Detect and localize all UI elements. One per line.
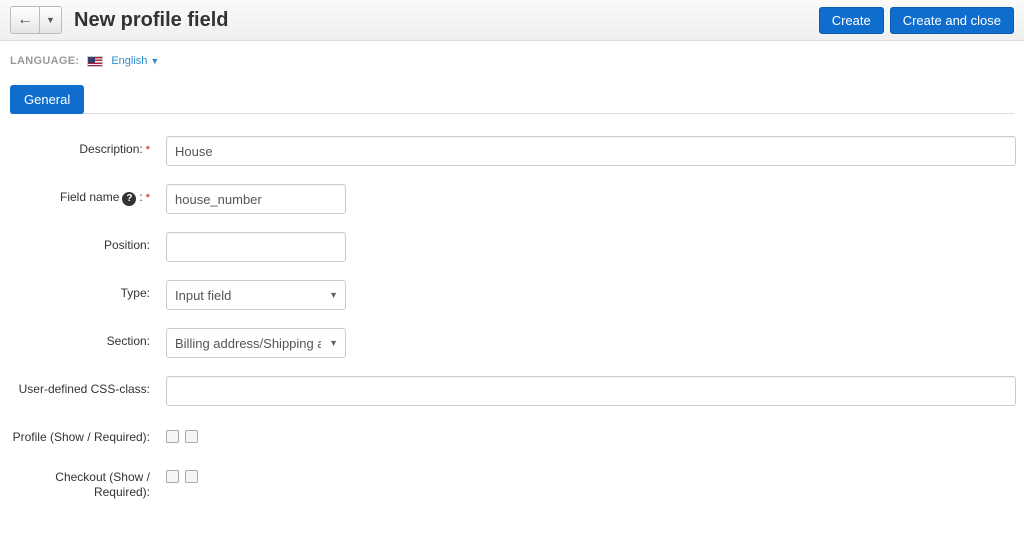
- row-description: Description: *: [10, 136, 1014, 166]
- row-checkout-show-required: Checkout (Show / Required):: [10, 464, 1014, 501]
- checkout-required-checkbox[interactable]: [185, 470, 198, 483]
- row-field-name: Field name ? : *: [10, 184, 1014, 214]
- profile-required-checkbox[interactable]: [185, 430, 198, 443]
- label-type: Type:: [10, 280, 156, 302]
- checkout-show-checkbox[interactable]: [166, 470, 179, 483]
- required-marker: *: [146, 143, 150, 157]
- content-area: LANGUAGE: English ▼ General Description:…: [0, 41, 1024, 533]
- label-section: Section:: [10, 328, 156, 350]
- language-label: LANGUAGE:: [10, 55, 79, 67]
- form-body: Description: * Field name ? : * Position…: [10, 136, 1014, 501]
- row-profile-show-required: Profile (Show / Required):: [10, 424, 1014, 446]
- header-actions: Create Create and close: [819, 7, 1014, 34]
- label-profile: Profile (Show / Required):: [10, 424, 156, 446]
- language-selector-row: LANGUAGE: English ▼: [10, 55, 1014, 67]
- css-class-input[interactable]: [166, 376, 1016, 406]
- us-flag-icon: [87, 56, 103, 67]
- description-input[interactable]: [166, 136, 1016, 166]
- row-type: Type: Input field: [10, 280, 1014, 310]
- language-current: English: [111, 55, 147, 67]
- caret-down-icon: ▼: [46, 15, 55, 25]
- tabs-bar: General: [10, 85, 1014, 114]
- row-css-class: User-defined CSS-class:: [10, 376, 1014, 406]
- label-description: Description: *: [10, 136, 156, 158]
- back-dropdown-button[interactable]: ▼: [40, 6, 62, 34]
- row-section: Section: Billing address/Shipping addres…: [10, 328, 1014, 358]
- label-css-class: User-defined CSS-class:: [10, 376, 156, 398]
- label-position: Position:: [10, 232, 156, 254]
- page-title: New profile field: [74, 9, 228, 32]
- arrow-left-icon: ←: [17, 11, 33, 29]
- row-position: Position:: [10, 232, 1014, 262]
- profile-show-checkbox[interactable]: [166, 430, 179, 443]
- caret-down-icon: ▼: [150, 56, 159, 66]
- section-select-wrap: Billing address/Shipping address: [166, 328, 346, 358]
- field-name-input[interactable]: [166, 184, 346, 214]
- help-icon[interactable]: ?: [122, 192, 136, 206]
- create-button[interactable]: Create: [819, 7, 884, 34]
- position-input[interactable]: [166, 232, 346, 262]
- tab-general[interactable]: General: [10, 85, 84, 114]
- type-select[interactable]: Input field: [166, 280, 346, 310]
- header-bar: ← ▼ New profile field Create Create and …: [0, 0, 1024, 41]
- language-dropdown[interactable]: English ▼: [111, 55, 159, 67]
- header-left: ← ▼ New profile field: [10, 6, 228, 34]
- create-and-close-button[interactable]: Create and close: [890, 7, 1014, 34]
- label-field-name: Field name ? : *: [10, 184, 156, 206]
- required-marker: *: [146, 191, 150, 205]
- label-checkout: Checkout (Show / Required):: [10, 464, 156, 501]
- section-select[interactable]: Billing address/Shipping address: [166, 328, 346, 358]
- back-button[interactable]: ←: [10, 6, 40, 34]
- type-select-wrap: Input field: [166, 280, 346, 310]
- back-button-group: ← ▼: [10, 6, 62, 34]
